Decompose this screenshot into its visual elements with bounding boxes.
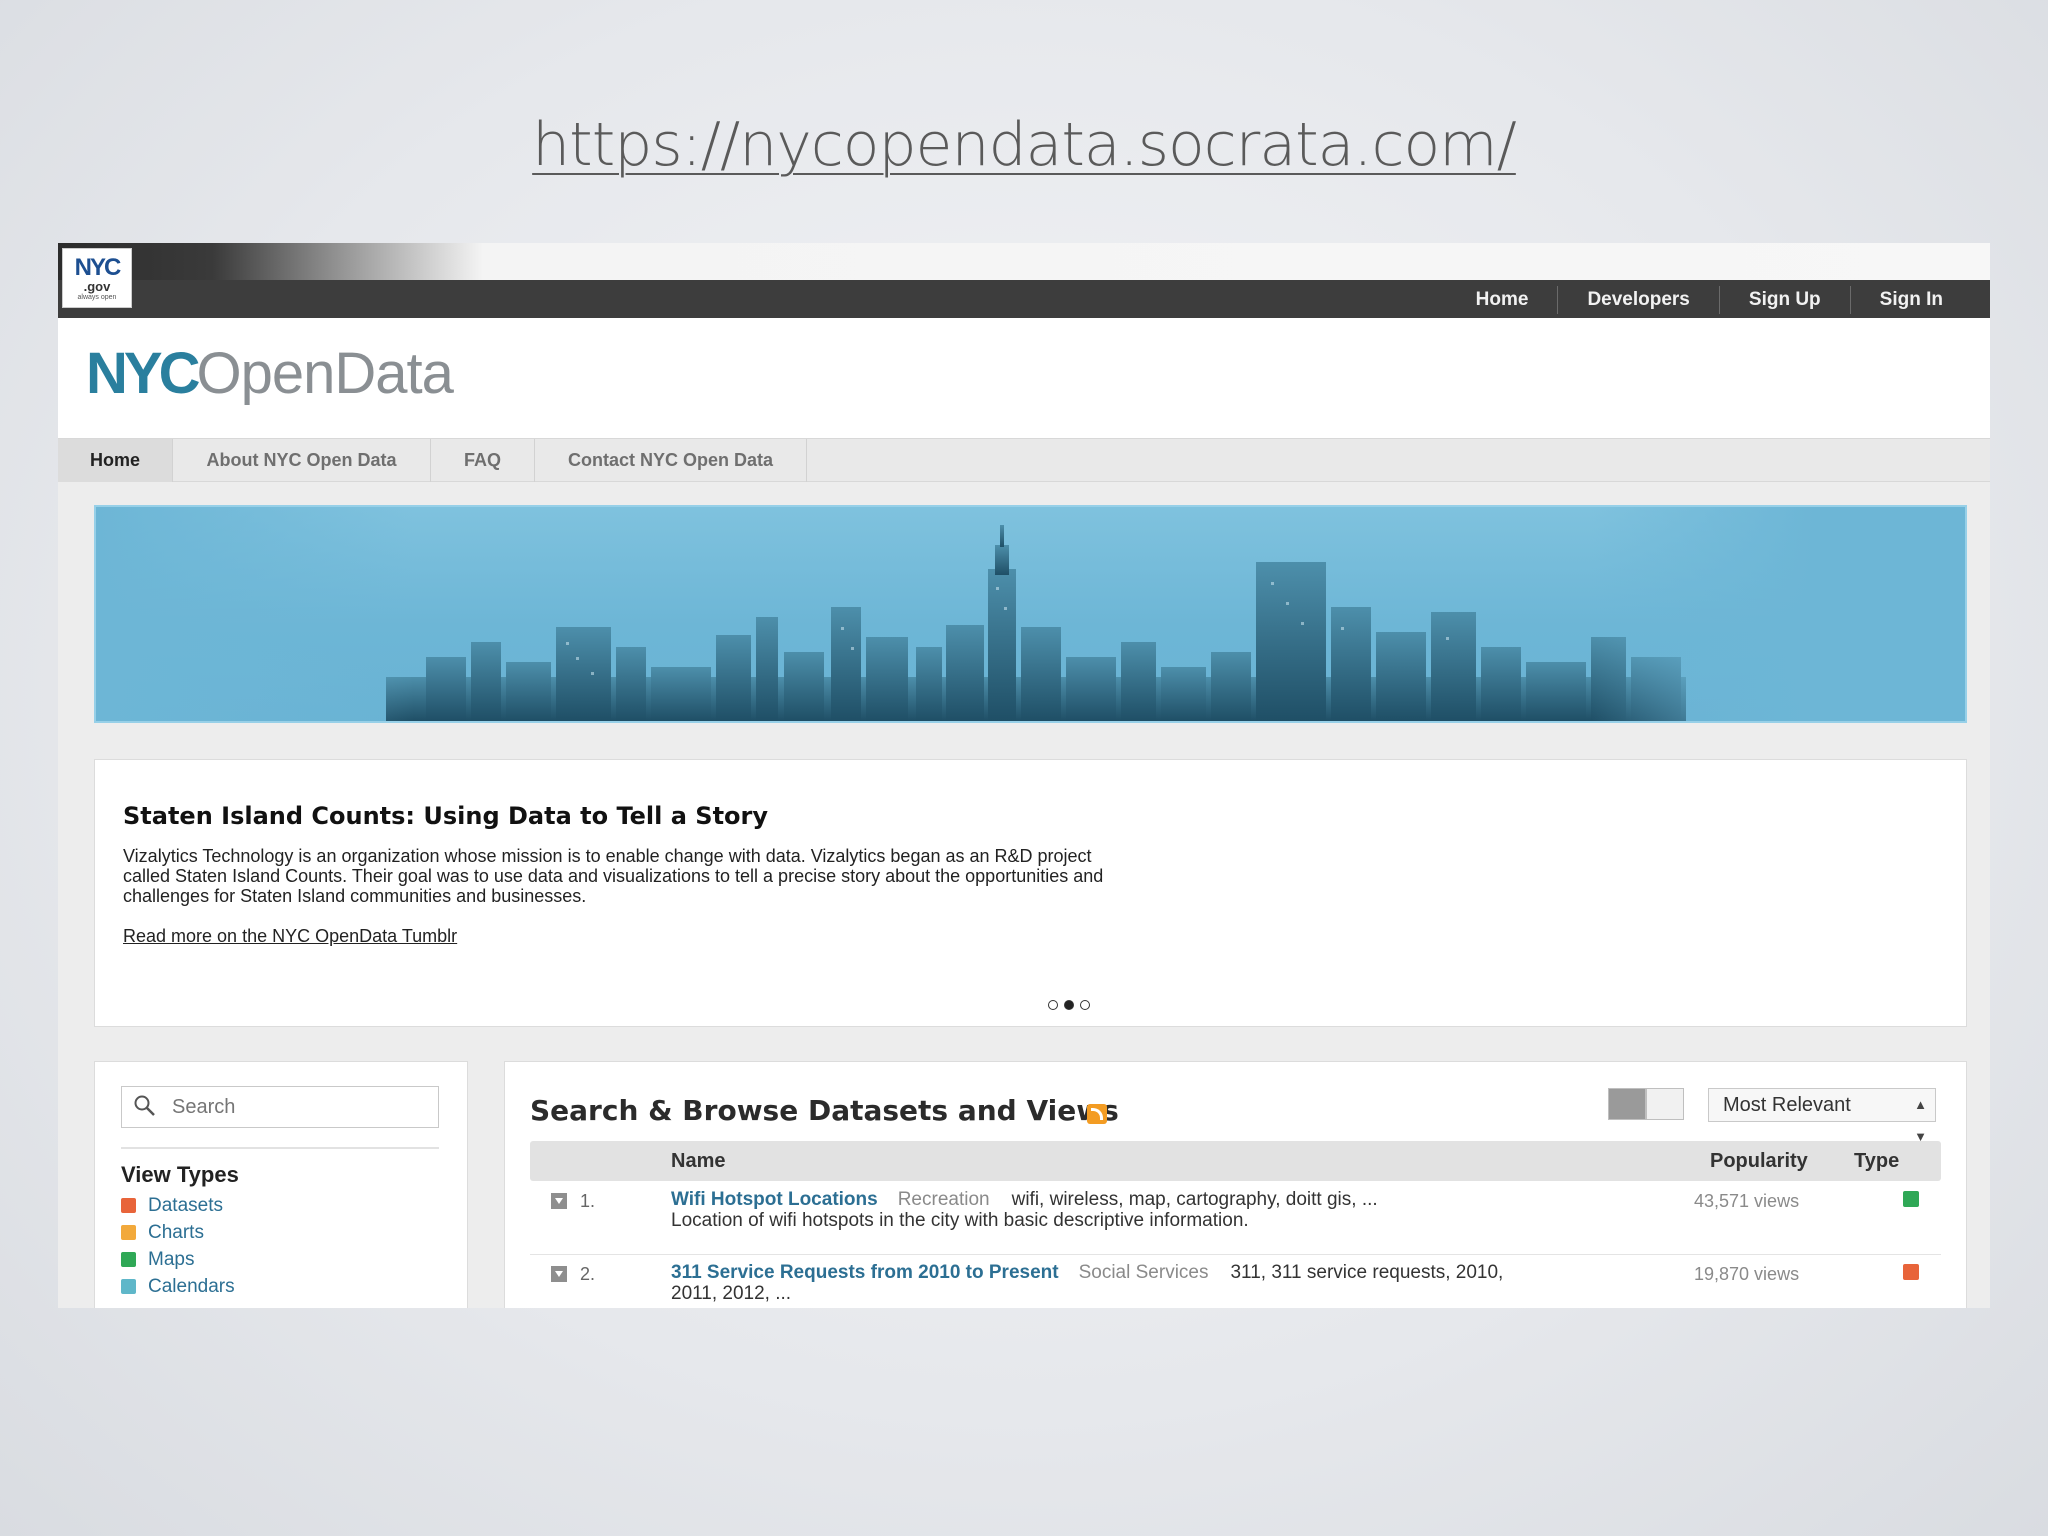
table-row: 2. 311 Service Requests from 2010 to Pre… (530, 1256, 1941, 1308)
badge-line2: .gov (83, 279, 111, 294)
badge-line3: always open (77, 294, 117, 301)
browser-screenshot: NYC .gov always open Home Developers Sig… (58, 243, 1990, 1308)
dataset-tags: wifi, wireless, map, cartography, doitt … (1011, 1189, 1378, 1210)
slide-url: https://nycopendata.socrata.com/ (532, 110, 1517, 180)
expand-toggle-icon[interactable] (551, 1266, 567, 1282)
logo-opendata: OpenData (196, 341, 453, 406)
feature-body: Vizalytics Technology is an organization… (123, 846, 1104, 906)
results-table-header: Name Popularity Type (530, 1141, 1941, 1181)
column-popularity[interactable]: Popularity (1710, 1150, 1808, 1173)
dataset-name-link[interactable]: 311 Service Requests from 2010 to Presen… (671, 1262, 1059, 1283)
browse-panel: Search & Browse Datasets and Views Most … (504, 1061, 1967, 1308)
rich-view-button[interactable] (1646, 1088, 1684, 1120)
list-view-button[interactable] (1608, 1088, 1646, 1120)
dataset-name-link[interactable]: Wifi Hotspot Locations (671, 1189, 878, 1210)
carousel-dot-3[interactable] (1080, 1000, 1090, 1010)
nav-developers-link[interactable]: Developers (1557, 286, 1718, 314)
dataset-tags: 311, 311 service requests, 2010, (1230, 1262, 1504, 1283)
row-number: 2. (580, 1264, 596, 1284)
dataset-views: 19,870 views (1694, 1264, 1800, 1284)
view-types-heading: View Types (121, 1162, 239, 1187)
feature-read-more-link[interactable]: Read more on the NYC OpenData Tumblr (123, 926, 457, 947)
view-type-label: Calendars (148, 1275, 235, 1297)
search-input[interactable] (172, 1093, 432, 1121)
top-strip-gradient (58, 243, 1990, 280)
search-icon (134, 1095, 155, 1116)
dataset-views: 43,571 views (1694, 1191, 1800, 1211)
badge-line1: NYC (74, 254, 122, 281)
site-tabs: Home About NYC Open Data FAQ Contact NYC… (58, 438, 1990, 482)
hero-banner (94, 505, 1967, 723)
column-type[interactable]: Type (1854, 1150, 1899, 1173)
feature-panel: Staten Island Counts: Using Data to Tell… (94, 759, 1967, 1027)
sidebar: View Types Datasets Charts Maps Calendar… (94, 1061, 468, 1308)
feature-title: Staten Island Counts: Using Data to Tell… (123, 802, 769, 830)
search-box (121, 1086, 439, 1128)
carousel-dot-2[interactable] (1064, 1000, 1074, 1010)
tab-faq[interactable]: FAQ (431, 439, 535, 482)
tab-contact[interactable]: Contact NYC Open Data (535, 439, 807, 482)
view-type-label: Datasets (148, 1194, 223, 1216)
table-row: 1. Wifi Hotspot Locations Recreation wifi,… (530, 1183, 1941, 1255)
view-mode-toggle (1608, 1088, 1684, 1120)
datasets-icon (121, 1198, 136, 1213)
view-type-calendars[interactable]: Calendars (121, 1273, 235, 1300)
browse-title: Search & Browse Datasets and Views (530, 1094, 1119, 1127)
nyc-opendata-logo[interactable]: NYCOpenData (86, 341, 454, 406)
charts-icon (121, 1225, 136, 1240)
dataset-type-icon (1903, 1264, 1919, 1280)
logo-nyc: NYC (86, 341, 200, 406)
rss-feed-icon[interactable] (1087, 1104, 1107, 1124)
view-type-charts[interactable]: Charts (121, 1219, 235, 1246)
nav-home-link[interactable]: Home (1447, 286, 1558, 314)
sort-selected-value: Most Relevant (1723, 1094, 1851, 1116)
expand-toggle-icon[interactable] (551, 1193, 567, 1209)
dataset-category: Recreation (897, 1189, 990, 1210)
sort-select[interactable]: Most Relevant ▲ ▼ (1708, 1088, 1936, 1144)
nyc-gov-badge[interactable]: NYC .gov always open (62, 248, 132, 308)
map-type-icon (1903, 1191, 1919, 1207)
maps-icon (121, 1252, 136, 1267)
carousel-dot-1[interactable] (1048, 1000, 1058, 1010)
view-types-list: Datasets Charts Maps Calendars (121, 1192, 235, 1300)
top-nav: Home Developers Sign Up Sign In (1447, 286, 1972, 314)
tab-about[interactable]: About NYC Open Data (173, 439, 431, 482)
sidebar-divider (121, 1147, 439, 1149)
nav-signin-link[interactable]: Sign In (1849, 286, 1972, 314)
calendars-icon (121, 1279, 136, 1294)
brand-bar: NYCOpenData (58, 318, 1990, 438)
row-summary: Wifi Hotspot Locations Recreation wifi, wi… (671, 1189, 1378, 1211)
view-type-maps[interactable]: Maps (121, 1246, 235, 1273)
dataset-description: Location of wifi hotspots in the city wi… (671, 1210, 1249, 1231)
row-summary: 311 Service Requests from 2010 to Presen… (671, 1262, 1503, 1284)
view-type-label: Charts (148, 1221, 204, 1243)
city-skyline-image (96, 507, 1965, 721)
tab-home[interactable]: Home (58, 439, 173, 482)
view-type-label: Maps (148, 1248, 195, 1270)
view-type-datasets[interactable]: Datasets (121, 1192, 235, 1219)
row-number: 1. (580, 1191, 596, 1211)
column-name[interactable]: Name (671, 1150, 725, 1173)
top-bar: NYC .gov always open Home Developers Sig… (58, 243, 1990, 318)
carousel-dots (1048, 1000, 1090, 1010)
nav-signup-link[interactable]: Sign Up (1718, 286, 1850, 314)
dataset-description: 2011, 2012, ... (671, 1283, 792, 1304)
dataset-category: Social Services (1078, 1262, 1209, 1283)
